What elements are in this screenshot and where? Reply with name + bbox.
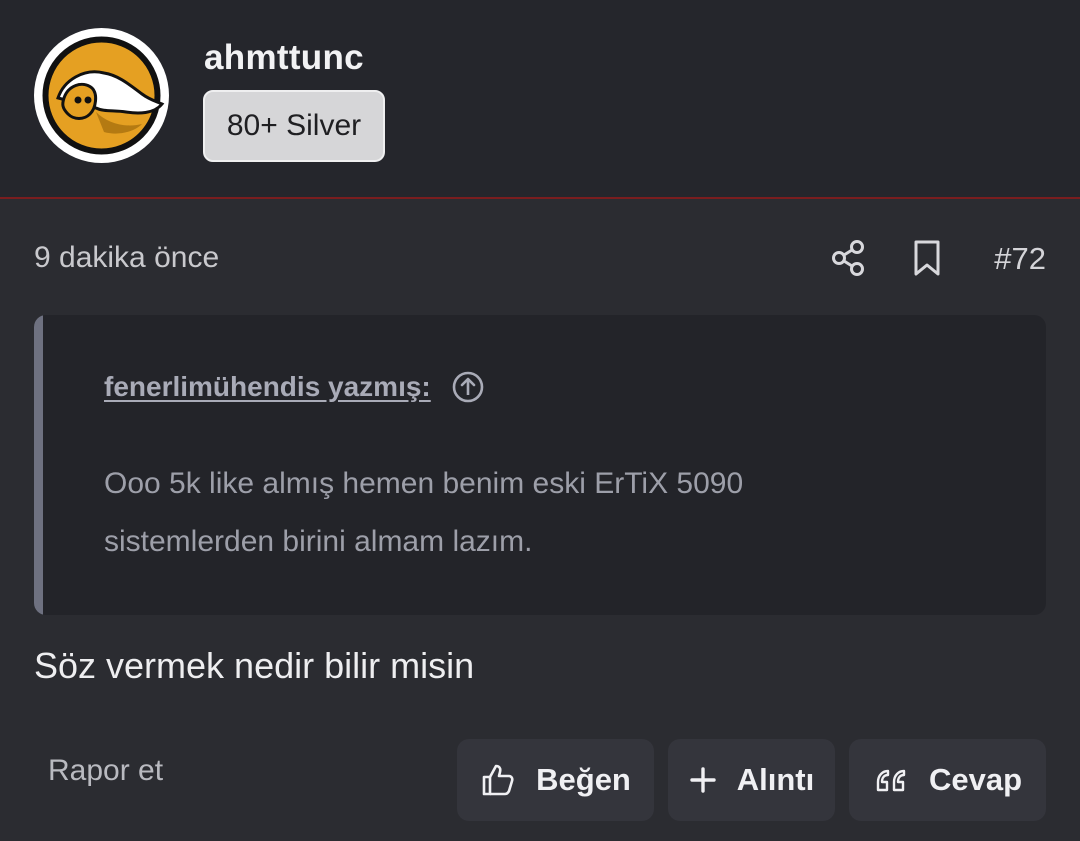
quote-button[interactable]: Alıntı: [668, 739, 835, 821]
author-name[interactable]: ahmttunc: [204, 38, 364, 78]
reply-label: Cevap: [928, 762, 1023, 797]
avatar[interactable]: [34, 28, 169, 163]
user-rank-badge: 80+ Silver: [203, 90, 385, 162]
report-link[interactable]: Rapor et: [48, 754, 163, 788]
quote-line: Ooo 5k like almış hemen benim eski ErTiX…: [104, 467, 744, 500]
post-timestamp[interactable]: 9 dakika önce: [34, 241, 219, 275]
post-body-text: Söz vermek nedir bilir misin: [34, 645, 475, 686]
share-icon: [832, 240, 864, 276]
quote-icon: [876, 769, 906, 792]
quote-line: sistemlerden birini almam lazım.: [104, 525, 533, 558]
share-button[interactable]: [827, 236, 871, 280]
like-button[interactable]: Beğen: [457, 739, 654, 821]
quote-block: fenerlimühendis yazmış: Ooo 5k like almı…: [34, 315, 1046, 615]
like-label: Beğen: [536, 762, 631, 797]
post-header: ahmttunc 80+ Silver: [0, 0, 1080, 199]
quote-author-link[interactable]: fenerlimühendis yazmış:: [104, 371, 431, 403]
quote-label: Alıntı: [736, 762, 815, 797]
avatar-image: [42, 36, 165, 155]
quote-content: Ooo 5k like almış hemen benim eski ErTiX…: [104, 455, 1004, 571]
quote-accent-bar: [34, 315, 43, 615]
quote-header: fenerlimühendis yazmış:: [104, 370, 485, 404]
bookmark-icon: [914, 240, 940, 276]
post-number-link[interactable]: #72: [994, 241, 1046, 277]
arrow-up-circle-icon[interactable]: [451, 370, 485, 404]
plus-icon: [690, 767, 716, 793]
reply-button[interactable]: Cevap: [849, 739, 1046, 821]
thumbs-up-icon: [482, 764, 514, 796]
bookmark-button[interactable]: [905, 236, 949, 280]
